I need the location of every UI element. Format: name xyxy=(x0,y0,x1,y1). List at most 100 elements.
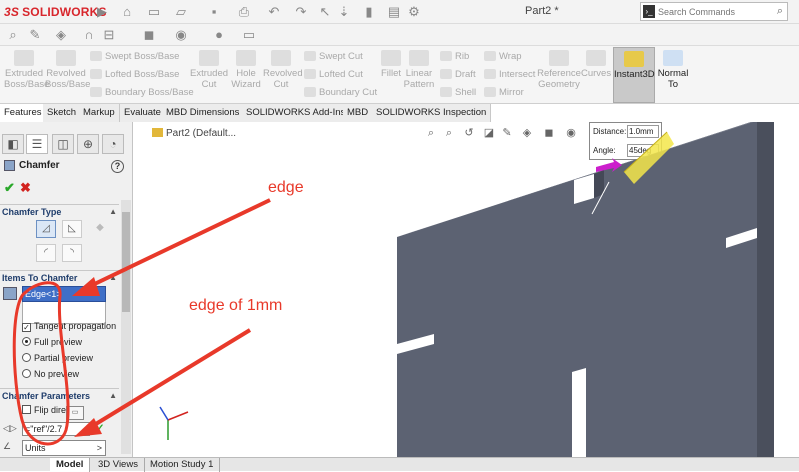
lofted-boss-tool[interactable]: Lofted Boss/Base xyxy=(90,68,179,82)
linear-pattern-tool[interactable]: Linear Pattern xyxy=(402,50,436,90)
dimension-popup-icon[interactable]: ▭ xyxy=(66,406,84,420)
help-icon[interactable]: ? xyxy=(111,160,124,173)
search-input[interactable] xyxy=(658,5,768,19)
home-icon[interactable]: ⌂ xyxy=(118,3,136,21)
flip-direction-checkbox[interactable]: Flip direc xyxy=(22,405,71,415)
section-view-icon[interactable]: ◪ xyxy=(482,126,496,140)
ok-checkmark-icon[interactable]: ✔ xyxy=(4,180,15,196)
appearance-icon[interactable]: ● xyxy=(210,26,228,44)
undo-icon[interactable]: ↶ xyxy=(265,3,283,21)
tangent-propagation-checkbox[interactable]: ✓ Tangent propagation xyxy=(22,321,116,332)
swept-cut-tool[interactable]: Swept Cut xyxy=(304,50,363,64)
hole-wizard-tool[interactable]: Hole Wizard xyxy=(228,50,264,90)
face-face-chamfer-icon[interactable]: ◝ xyxy=(62,244,82,262)
configuration-tab-icon[interactable]: ◫ xyxy=(52,134,74,154)
mirror-tool[interactable]: Mirror xyxy=(484,86,524,100)
tab-sketch[interactable]: Sketch xyxy=(43,104,82,122)
fillet-tool[interactable]: Fillet xyxy=(378,50,404,79)
no-preview-radio[interactable]: No preview xyxy=(22,369,79,379)
options-gear-icon[interactable]: ⚙ xyxy=(405,3,423,21)
panel-scrollbar[interactable] xyxy=(121,200,131,454)
print-icon[interactable]: ⎙ xyxy=(235,3,253,21)
chamfer-type-header[interactable]: Chamfer Type ▲ xyxy=(0,204,119,218)
intersect-tool[interactable]: Intersect xyxy=(484,68,535,82)
dimxpert-tab-icon[interactable]: ⊕ xyxy=(77,134,99,154)
play-arrow-icon[interactable]: ▶ xyxy=(93,3,111,21)
angle-distance-chamfer-icon[interactable]: ◿ xyxy=(36,220,56,238)
graphics-area[interactable]: Part2 (Default... ⌕ ⌕ ↺ ◪ ✎ ◈ ◼ ◉ Distan… xyxy=(134,122,799,457)
scrollbar-thumb[interactable] xyxy=(122,212,130,312)
edit-appearance-icon[interactable]: ◈ xyxy=(52,26,70,44)
instant3d-tool[interactable]: Instant3D xyxy=(613,47,655,103)
draft-tool[interactable]: Draft xyxy=(440,68,476,82)
view-orientation-icon[interactable]: ◈ xyxy=(520,126,534,140)
angle-value-field[interactable]: 45deg xyxy=(627,144,659,157)
revolved-boss-tool[interactable]: Revolved Boss/Base xyxy=(45,50,90,90)
hide-show-icon[interactable]: ◉ xyxy=(172,26,190,44)
magnet-icon[interactable]: ∩ xyxy=(80,26,98,44)
search-icon[interactable]: ⌕ xyxy=(777,5,783,18)
file-properties-icon[interactable]: ▤ xyxy=(385,3,403,21)
zoom-to-area-icon[interactable]: ⌕ xyxy=(442,126,456,140)
zoom-icon[interactable]: ⌕ xyxy=(4,26,22,44)
save-icon[interactable]: ▪ xyxy=(205,3,223,21)
items-to-chamfer-header[interactable]: Items To Chamfer ▲ xyxy=(0,270,119,284)
offset-face-chamfer-icon[interactable]: ◜ xyxy=(36,244,56,262)
display-style-icon[interactable]: ◼ xyxy=(542,126,556,140)
partial-preview-radio[interactable]: Partial preview xyxy=(22,353,93,363)
lofted-cut-tool[interactable]: Lofted Cut xyxy=(304,68,363,82)
chamfer-parameters-header[interactable]: Chamfer Parameters ▲ xyxy=(0,388,119,402)
display-manager-tab-icon[interactable]: ◔ xyxy=(102,134,124,154)
tab-solidworks-inspection[interactable]: SOLIDWORKS Inspection xyxy=(372,104,492,122)
zoom-to-fit-icon[interactable]: ⌕ xyxy=(424,126,438,140)
hide-show-items-icon[interactable]: ◉ xyxy=(564,126,578,140)
sketch-tools-icon[interactable]: ✎ xyxy=(26,26,44,44)
tab-mbd-dimensions[interactable]: MBD Dimensions xyxy=(162,104,245,122)
full-preview-radio[interactable]: Full preview xyxy=(22,337,82,347)
tab-3d-views[interactable]: 3D Views xyxy=(92,458,145,472)
tab-model[interactable]: Model xyxy=(50,458,91,472)
boundary-cut-tool[interactable]: Boundary Cut xyxy=(304,86,377,100)
wrap-tool[interactable]: Wrap xyxy=(484,50,522,64)
dynamic-annotation-icon[interactable]: ✎ xyxy=(500,126,514,140)
distance-distance-chamfer-icon[interactable]: ◺ xyxy=(62,220,82,238)
traffic-light-icon[interactable]: ▮ xyxy=(360,3,378,21)
monitor-icon[interactable]: ▭ xyxy=(240,26,258,44)
new-document-icon[interactable]: ▭ xyxy=(145,3,163,21)
extruded-boss-tool[interactable]: Extruded Boss/Base xyxy=(4,50,49,90)
rib-tool[interactable]: Rib xyxy=(440,50,469,64)
rebuild-icon[interactable]: ⇣ xyxy=(335,3,353,21)
property-manager-tab-icon[interactable]: ☰ xyxy=(26,134,48,154)
search-commands-box[interactable]: ›_ ⌕ xyxy=(640,2,788,21)
tab-motion-study-1[interactable]: Motion Study 1 xyxy=(144,458,221,472)
tab-mbd[interactable]: MBD xyxy=(343,104,374,122)
boundary-boss-tool[interactable]: Boundary Boss/Base xyxy=(90,86,194,100)
tab-markup[interactable]: Markup xyxy=(79,104,120,122)
units-dropdown[interactable]: Units > xyxy=(22,440,106,456)
accept-formula-icon[interactable]: ✓ xyxy=(96,423,104,434)
distance-value-field[interactable]: 1.0mm xyxy=(627,125,659,138)
normal-to-tool[interactable]: Normal To xyxy=(656,50,690,90)
solidworks-logo[interactable]: 3S SOLIDWORKS xyxy=(4,5,107,19)
feature-tree-tab-icon[interactable]: ◧ xyxy=(2,134,24,154)
curves-tool[interactable]: Curves xyxy=(581,50,611,79)
section-view-icon[interactable]: ⊟ xyxy=(100,26,118,44)
extruded-cut-tool[interactable]: Extruded Cut xyxy=(190,50,228,90)
vertex-chamfer-icon[interactable]: ◆ xyxy=(90,220,110,238)
flyout-tree-root[interactable]: Part2 (Default... xyxy=(152,128,236,139)
previous-view-icon[interactable]: ↺ xyxy=(462,126,476,140)
swept-boss-tool[interactable]: Swept Boss/Base xyxy=(90,50,179,64)
tab-features[interactable]: Features xyxy=(0,104,47,122)
cancel-x-icon[interactable]: ✖ xyxy=(20,180,31,196)
selected-edges-list[interactable]: Edge<1> xyxy=(22,286,106,302)
tab-solidworks-add-ins[interactable]: SOLIDWORKS Add-Ins xyxy=(242,104,351,122)
tab-evaluate[interactable]: Evaluate xyxy=(120,104,166,122)
display-style-icon[interactable]: ◼ xyxy=(140,26,158,44)
revolved-cut-tool[interactable]: Revolved Cut xyxy=(263,50,303,90)
redo-icon[interactable]: ↷ xyxy=(292,3,310,21)
select-arrow-icon[interactable]: ↖ xyxy=(316,3,334,21)
open-folder-icon[interactable]: ▱ xyxy=(172,3,190,21)
distance-formula-input[interactable]: ="ref"/2.7 xyxy=(22,422,90,436)
reference-geometry-tool[interactable]: Reference Geometry xyxy=(537,50,581,90)
shell-tool[interactable]: Shell xyxy=(440,86,476,100)
